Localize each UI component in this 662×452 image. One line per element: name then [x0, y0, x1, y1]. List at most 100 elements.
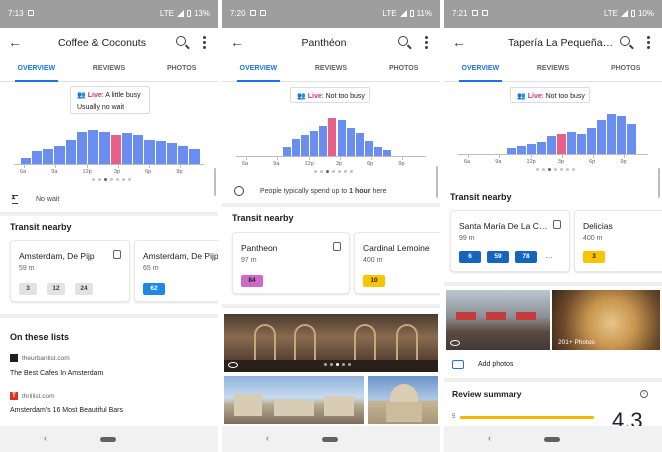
- chart-tick-label: 12p: [82, 169, 92, 175]
- search-icon[interactable]: [620, 36, 630, 46]
- nav-home-pill[interactable]: [322, 437, 338, 442]
- photo-360-interior[interactable]: [224, 314, 438, 372]
- popular-times-bar-now: [110, 134, 121, 164]
- photo-food[interactable]: 201+ Photos: [552, 290, 660, 350]
- status-bar: 7:21 LTE 10%: [444, 0, 662, 28]
- thrillist-logo-icon: T: [10, 392, 18, 400]
- tab-photos[interactable]: PHOTOS: [145, 58, 218, 81]
- chart-day-dots[interactable]: [92, 178, 131, 181]
- search-icon[interactable]: [398, 36, 408, 46]
- route-badge: 6: [459, 251, 481, 263]
- transit-stop-name: Amsterdam, De Pijp: [19, 251, 95, 261]
- popular-times-bar: [155, 141, 166, 164]
- rating-row-bar: [460, 416, 594, 419]
- bus-icon: [553, 220, 561, 229]
- transit-heading: Transit nearby: [450, 192, 512, 202]
- lists-heading: On these lists: [10, 332, 70, 342]
- photo-pantheon-exterior[interactable]: [368, 376, 438, 424]
- tab-overview[interactable]: OVERVIEW: [222, 58, 295, 82]
- nav-back-icon[interactable]: ‹: [488, 433, 491, 443]
- more-menu-icon[interactable]: [647, 36, 650, 49]
- route-badge: 3: [583, 251, 605, 263]
- photo-street[interactable]: [224, 376, 364, 424]
- list-title[interactable]: Amsterdam's 16 Most Beautiful Bars: [10, 407, 123, 414]
- app-bar: ← Panthéon: [222, 28, 440, 58]
- more-menu-icon[interactable]: [203, 36, 206, 49]
- back-arrow-icon[interactable]: ←: [8, 34, 22, 50]
- transit-stop-name: Pantheon: [241, 243, 278, 253]
- nav-home-pill[interactable]: [100, 437, 116, 442]
- transit-card[interactable]: Cardinal Lemoine 400 m 10: [354, 232, 440, 294]
- live-label: Live: [527, 93, 542, 100]
- chart-day-dots[interactable]: [314, 170, 353, 173]
- popular-times-bar: [319, 125, 328, 156]
- chart-tick: [117, 165, 119, 168]
- app-bar: ← Tapería La Pequeña…: [444, 28, 662, 58]
- add-photos-button[interactable]: Add photos: [452, 360, 513, 369]
- popular-times-bar: [626, 124, 636, 154]
- tab-overview[interactable]: OVERVIEW: [0, 58, 73, 82]
- chart-tick-label: 9p: [176, 169, 183, 175]
- back-arrow-icon[interactable]: ←: [452, 34, 466, 50]
- scrollbar[interactable]: [214, 168, 216, 196]
- live-subtext: Usually no wait: [77, 104, 125, 111]
- section-divider: [0, 314, 218, 318]
- battery-label: 11%: [416, 9, 432, 18]
- more-menu-icon[interactable]: [425, 36, 428, 49]
- nav-back-icon[interactable]: ‹: [266, 433, 269, 443]
- chart-tick-label: 3p: [557, 159, 564, 165]
- transit-stop-distance: 65 m: [143, 265, 159, 272]
- transit-card[interactable]: Amsterdam, De Pijp 65 m 62: [134, 240, 218, 302]
- nav-home-pill[interactable]: [544, 437, 560, 442]
- notification-icon: [28, 10, 34, 16]
- notification-icon: [250, 10, 256, 16]
- chart-tick-label: 9a: [495, 159, 502, 165]
- live-busyness-tooltip: 👥 Live: A little busy Usually no wait: [70, 86, 150, 114]
- popular-times-chart[interactable]: [20, 130, 200, 164]
- app-bar: ← Coffee & Coconuts: [0, 28, 218, 58]
- live-status: : Not too busy: [541, 93, 585, 100]
- section-divider: [444, 282, 662, 286]
- visit-duration-row: People typically spend up to 1 hour here: [234, 186, 386, 196]
- transit-stop-name: Delicias: [583, 221, 613, 231]
- notification-icon: [482, 10, 488, 16]
- people-icon: 👥: [77, 92, 86, 99]
- status-time: 7:13: [8, 9, 24, 18]
- tab-reviews[interactable]: REVIEWS: [73, 58, 146, 81]
- tab-photos[interactable]: PHOTOS: [589, 58, 662, 81]
- popular-times-bar: [121, 133, 132, 164]
- list-source[interactable]: theurbanlist.com: [10, 354, 70, 362]
- transit-stop-name: Amsterdam, De Pijp: [143, 251, 218, 261]
- scrollbar[interactable]: [658, 168, 660, 198]
- list-title[interactable]: The Best Cafes In Amsterdam: [10, 370, 103, 377]
- section-divider: [222, 203, 440, 207]
- nav-back-icon[interactable]: ‹: [44, 433, 47, 443]
- popular-times-bar: [365, 140, 374, 156]
- transit-card[interactable]: Amsterdam, De Pijp 59 m 3 12 24: [10, 240, 130, 302]
- info-icon[interactable]: i: [640, 390, 648, 398]
- search-icon[interactable]: [176, 36, 186, 46]
- rating-row-label: 5: [452, 414, 456, 420]
- popular-times-chart[interactable]: [506, 114, 636, 154]
- popular-times-chart[interactable]: [282, 118, 392, 156]
- popular-times-bar: [310, 131, 319, 156]
- chart-tick: [402, 157, 404, 160]
- back-arrow-icon[interactable]: ←: [230, 34, 244, 50]
- transit-card[interactable]: Pantheon 97 m 84: [232, 232, 350, 294]
- list-source[interactable]: T thrillist.com: [10, 392, 55, 400]
- tab-reviews[interactable]: REVIEWS: [295, 58, 368, 81]
- scrollbar[interactable]: [436, 166, 438, 198]
- transit-card[interactable]: Delicias 400 m 3: [574, 210, 662, 272]
- tab-photos[interactable]: PHOTOS: [367, 58, 440, 81]
- signal-icon: [399, 10, 407, 17]
- live-label: Live: [87, 92, 102, 99]
- tab-overview[interactable]: OVERVIEW: [444, 58, 517, 82]
- popular-times-bar: [144, 139, 155, 164]
- transit-card[interactable]: Santa María De La C… 99 m 6 59 78 …: [450, 210, 570, 272]
- phone-screen-2: 7:20 LTE 11% ← Panthéon OVERVIEW REVIEWS…: [222, 0, 440, 452]
- transit-stop-name: Santa María De La C…: [459, 221, 548, 231]
- tab-reviews[interactable]: REVIEWS: [517, 58, 590, 81]
- chart-day-dots[interactable]: [536, 168, 575, 171]
- photo-street-360[interactable]: [446, 290, 550, 350]
- chart-tick: [593, 155, 595, 158]
